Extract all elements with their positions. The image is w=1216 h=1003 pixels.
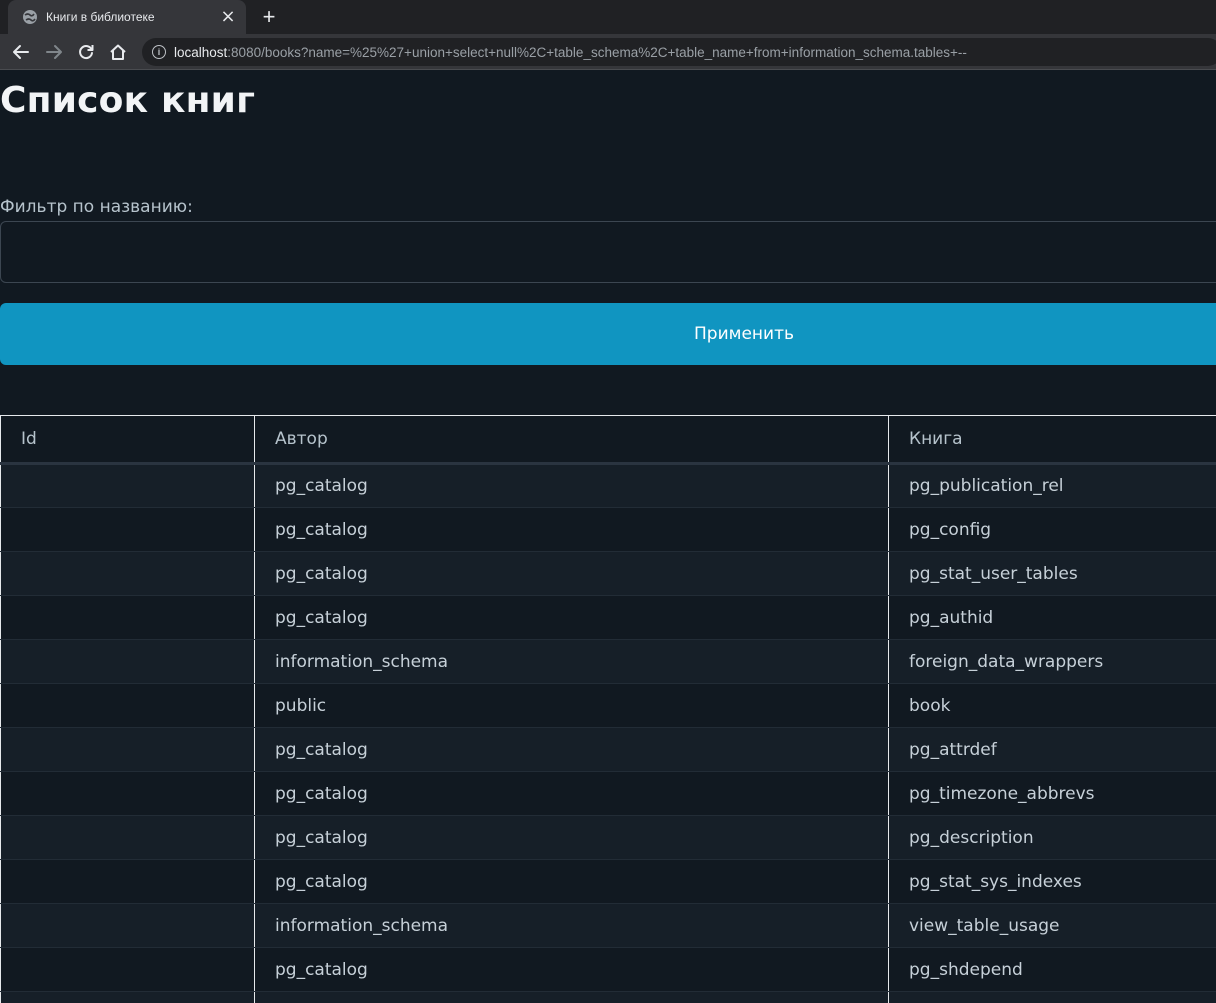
- apply-button-label: Применить: [694, 324, 794, 344]
- cell-author: pg_catalog: [254, 947, 889, 992]
- cell-id: [0, 903, 255, 948]
- cell-id: [0, 639, 255, 684]
- tab-title: Книги в библиотеке: [46, 10, 155, 24]
- cell-author: pg_catalog: [254, 815, 889, 860]
- table-row: pg_catalog pg_attrdef: [0, 727, 1216, 772]
- cell-book: pg_publication_rel: [888, 463, 1216, 508]
- cell-author: [254, 991, 889, 1003]
- books-table-container: Id Автор Книга pg_catalog pg_publication_…: [0, 415, 1216, 1003]
- cell-author: public: [254, 683, 889, 728]
- arrow-left-icon: [13, 45, 29, 59]
- cell-id: [0, 507, 255, 552]
- cell-id: [0, 859, 255, 904]
- url-text[interactable]: localhost:8080/books?name=%25%27+union+s…: [174, 45, 967, 60]
- cell-author: information_schema: [254, 639, 889, 684]
- page-title: Список книг: [0, 80, 256, 121]
- cell-id: [0, 991, 255, 1003]
- home-button[interactable]: [105, 39, 131, 65]
- table-row: public book: [0, 683, 1216, 728]
- arrow-right-icon: [46, 45, 62, 59]
- column-header-id: Id: [0, 415, 255, 465]
- cell-author: pg_catalog: [254, 551, 889, 596]
- cell-author: pg_catalog: [254, 771, 889, 816]
- filter-label: Фильтр по названию:: [0, 197, 193, 217]
- cell-book: foreign_data_wrappers: [888, 639, 1216, 684]
- cell-book: pg_stat_sys_indexes: [888, 859, 1216, 904]
- table-header-row: Id Автор Книга: [0, 415, 1216, 465]
- table-row: pg_catalog pg_stat_sys_indexes: [0, 859, 1216, 904]
- table-row: [0, 991, 1216, 1003]
- column-header-book: Книга: [888, 415, 1216, 465]
- cell-book: pg_stat_user_tables: [888, 551, 1216, 596]
- cell-author: pg_catalog: [254, 463, 889, 508]
- cell-id: [0, 727, 255, 772]
- page-content: Список книг Фильтр по названию: Применит…: [0, 70, 1216, 1003]
- cell-author: pg_catalog: [254, 507, 889, 552]
- cell-book: book: [888, 683, 1216, 728]
- url-host: localhost: [174, 44, 228, 60]
- browser-tabstrip: Книги в библиотеке × +: [0, 0, 1216, 34]
- home-icon: [110, 44, 126, 60]
- cell-book: pg_timezone_abbrevs: [888, 771, 1216, 816]
- table-row: information_schema view_table_usage: [0, 903, 1216, 948]
- cell-book: pg_description: [888, 815, 1216, 860]
- table-row: pg_catalog pg_description: [0, 815, 1216, 860]
- forward-button[interactable]: [41, 39, 67, 65]
- cell-id: [0, 683, 255, 728]
- table-row: pg_catalog pg_shdepend: [0, 947, 1216, 992]
- cell-id: [0, 551, 255, 596]
- filter-input[interactable]: [0, 221, 1216, 283]
- table-row: information_schema foreign_data_wrappers: [0, 639, 1216, 684]
- reload-button[interactable]: [73, 39, 99, 65]
- cell-book: pg_config: [888, 507, 1216, 552]
- table-row: pg_catalog pg_authid: [0, 595, 1216, 640]
- cell-id: [0, 771, 255, 816]
- cell-book: pg_shdepend: [888, 947, 1216, 992]
- cell-author: pg_catalog: [254, 859, 889, 904]
- globe-icon: [22, 9, 38, 25]
- table-row: pg_catalog pg_config: [0, 507, 1216, 552]
- cell-book: view_table_usage: [888, 903, 1216, 948]
- cell-book: [888, 991, 1216, 1003]
- cell-book: pg_attrdef: [888, 727, 1216, 772]
- cell-id: [0, 463, 255, 508]
- info-icon[interactable]: i: [152, 45, 166, 59]
- browser-toolbar: i localhost:8080/books?name=%25%27+union…: [0, 34, 1216, 70]
- table-row: pg_catalog pg_timezone_abbrevs: [0, 771, 1216, 816]
- cell-author: pg_catalog: [254, 727, 889, 772]
- address-bar[interactable]: i localhost:8080/books?name=%25%27+union…: [142, 38, 1216, 66]
- cell-id: [0, 595, 255, 640]
- cell-author: pg_catalog: [254, 595, 889, 640]
- apply-button[interactable]: Применить: [0, 303, 1216, 365]
- browser-tab[interactable]: Книги в библиотеке ×: [8, 0, 246, 34]
- table-row: pg_catalog pg_stat_user_tables: [0, 551, 1216, 596]
- cell-author: information_schema: [254, 903, 889, 948]
- cell-id: [0, 947, 255, 992]
- url-path: :8080/books?name=%25%27+union+select+nul…: [227, 44, 967, 60]
- books-table: Id Автор Книга pg_catalog pg_publication_…: [0, 415, 1216, 1003]
- cell-id: [0, 815, 255, 860]
- close-tab-icon[interactable]: ×: [218, 7, 238, 27]
- new-tab-button[interactable]: +: [256, 4, 282, 29]
- table-row: pg_catalog pg_publication_rel: [0, 463, 1216, 508]
- cell-book: pg_authid: [888, 595, 1216, 640]
- reload-icon: [79, 45, 94, 60]
- column-header-author: Автор: [254, 415, 889, 465]
- back-button[interactable]: [8, 39, 34, 65]
